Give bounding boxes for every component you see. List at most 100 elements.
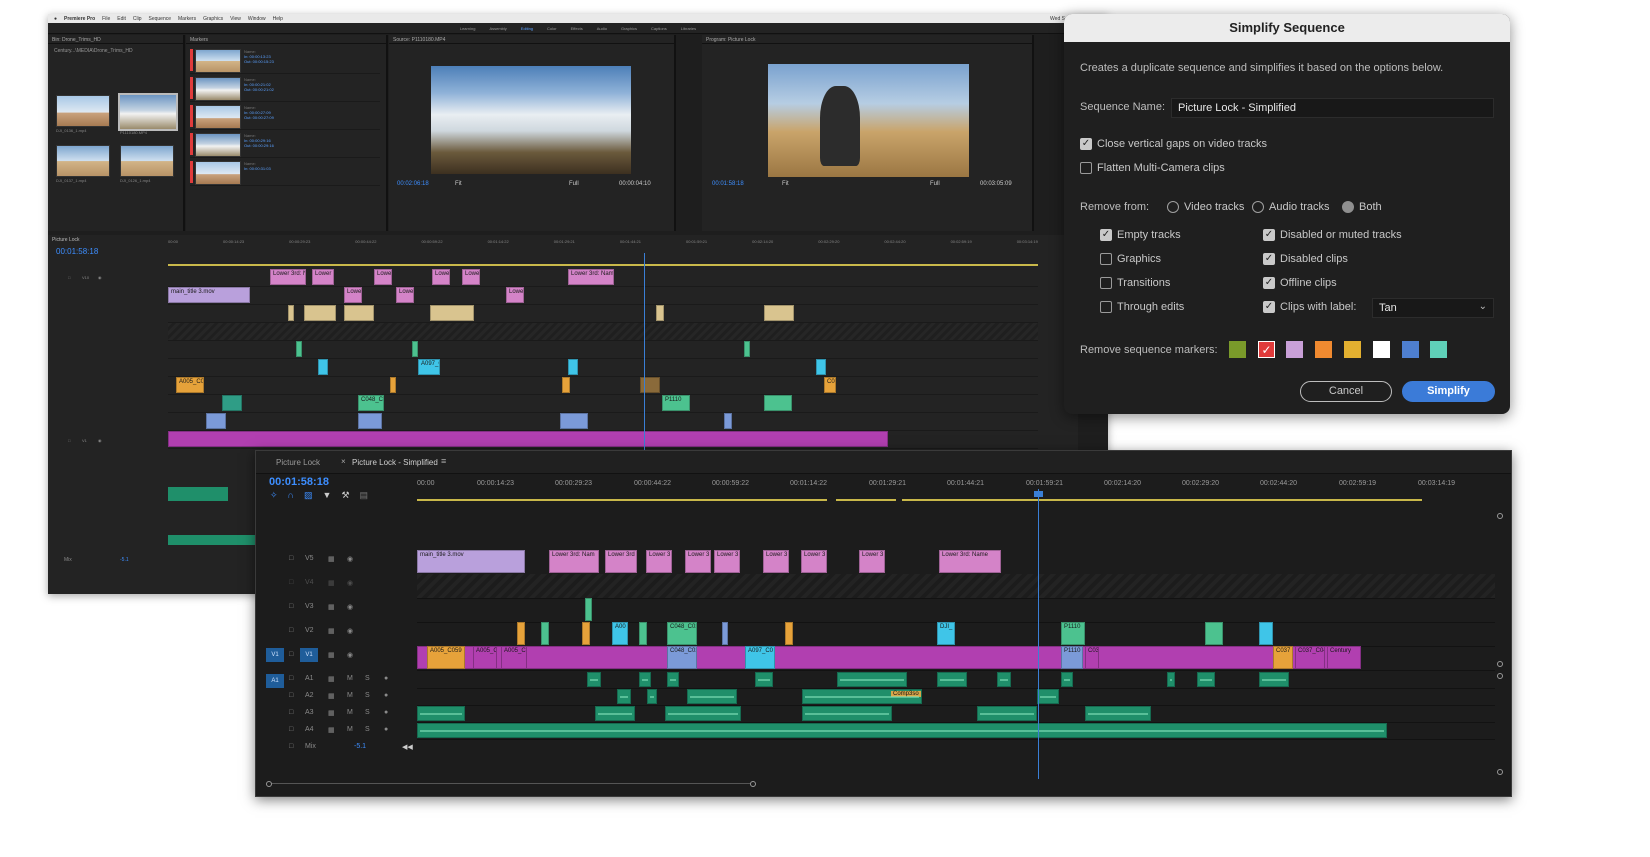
work-area-bar[interactable]	[168, 264, 1038, 266]
clip-tan[interactable]	[764, 305, 794, 321]
marker-swatch-green[interactable]	[1229, 341, 1246, 358]
workspace-learning[interactable]: Learning	[460, 26, 476, 31]
tab-picture-lock-simplified[interactable]: Picture Lock - Simplified	[352, 458, 438, 467]
clip-lower3rd[interactable]: Lower 3rd: Name	[568, 269, 614, 285]
track-v3[interactable]	[417, 598, 1495, 623]
clip-tan[interactable]	[304, 305, 336, 321]
workspace-color[interactable]: Color	[547, 26, 557, 31]
close-gaps-checkbox[interactable]: ✓ Close vertical gaps on video tracks	[1080, 138, 1267, 150]
clip-lower3rd[interactable]: Lower 3rd	[312, 269, 334, 285]
clip-cyan[interactable]: A097_C0	[418, 359, 440, 375]
mute-icon[interactable]: M	[347, 726, 353, 733]
marker-swatch-blue[interactable]	[1402, 341, 1419, 358]
clip-green[interactable]: P1110	[1061, 622, 1085, 645]
audio-clip[interactable]	[665, 706, 741, 721]
mute-icon[interactable]: M	[347, 692, 353, 699]
program-timecode[interactable]: 00:01:58:18	[712, 181, 744, 187]
menu-file[interactable]: File	[102, 16, 110, 22]
horizontal-scrollbar[interactable]	[266, 781, 756, 787]
audio-clip[interactable]	[647, 689, 657, 704]
film-icon[interactable]: ▦	[328, 675, 335, 683]
audio-clip[interactable]	[1085, 706, 1151, 721]
radio-both[interactable]: Both	[1342, 201, 1382, 213]
eye-icon[interactable]: ◉	[347, 555, 353, 563]
vertical-scroll-handle[interactable]	[1497, 673, 1503, 679]
audio-clip[interactable]	[168, 487, 228, 501]
marker-row[interactable]: Name: In: 00:00:31:03	[190, 159, 380, 186]
track-a1[interactable]	[417, 671, 1495, 689]
source-video[interactable]	[431, 66, 631, 174]
track-v1[interactable]: A005_C059 A005_C A005_C C048_C02 A097_C0…	[417, 646, 1495, 671]
clip-lower3rd[interactable]: Lower 3	[506, 287, 524, 303]
menu-graphics[interactable]: Graphics	[203, 16, 223, 22]
track-v2[interactable]	[168, 413, 1038, 431]
audio-clip[interactable]	[667, 672, 679, 687]
clip-c037-c04[interactable]: C037_C04	[1295, 646, 1325, 669]
audio-clip[interactable]	[639, 672, 651, 687]
marker-swatch-orange[interactable]	[1315, 341, 1332, 358]
clip-teal[interactable]	[222, 395, 242, 411]
mic-icon[interactable]: ●	[384, 675, 388, 682]
clip-century[interactable]: Century	[1327, 646, 1361, 669]
solo-icon[interactable]: S	[365, 675, 370, 682]
workspace-editing[interactable]: Editing	[521, 26, 533, 31]
go-to-end-icon[interactable]: ◀◀	[402, 743, 413, 751]
clip-lower3rd[interactable]: Lower 3	[763, 550, 789, 573]
lock-icon[interactable]: □	[289, 726, 293, 733]
mix-value[interactable]: -5.1	[354, 743, 366, 750]
close-icon[interactable]: ×	[341, 457, 346, 466]
add-marker-icon[interactable]: ▼	[323, 490, 342, 500]
marker-swatch-white[interactable]	[1373, 341, 1390, 358]
clip-a097[interactable]: A097_C0	[745, 646, 775, 669]
timeline-ruler[interactable]: 00:00 00:00:14:23 00:00:29:23 00:00:44:22 00…	[168, 239, 1038, 244]
mic-icon[interactable]: ●	[384, 692, 388, 699]
menu-window[interactable]: Window	[248, 16, 266, 22]
work-area-bar[interactable]	[902, 499, 1422, 501]
playhead-handle[interactable]	[1034, 491, 1043, 497]
workspace-libraries[interactable]: Libraries	[681, 26, 696, 31]
audio-clip[interactable]	[755, 672, 773, 687]
checkbox-checked-icon[interactable]: ✓	[1263, 277, 1275, 289]
track-v5[interactable]: A097_C0	[168, 359, 1038, 377]
playhead[interactable]	[644, 253, 645, 473]
work-area-bar[interactable]	[836, 499, 896, 501]
graphics-checkbox[interactable]: Graphics	[1100, 253, 1161, 265]
bin-title[interactable]: Bin: Drone_Trims_HD	[48, 35, 183, 44]
clip-green[interactable]	[296, 341, 302, 357]
marker-swatch-cyan[interactable]	[1430, 341, 1447, 358]
checkbox-checked-icon[interactable]: ✓	[1100, 229, 1112, 241]
solo-icon[interactable]: S	[365, 709, 370, 716]
mix-value[interactable]: -5.1	[120, 557, 129, 563]
checkbox-checked-icon[interactable]: ✓	[1263, 229, 1275, 241]
clip-orange[interactable]	[517, 622, 525, 645]
clip-orange[interactable]	[582, 622, 590, 645]
track-a4[interactable]	[417, 722, 1495, 740]
lock-icon[interactable]: □	[289, 603, 293, 610]
marker-row[interactable]: Name: In: 00:00:13:23 Out: 00:00:15:23	[190, 47, 380, 74]
clip-blue[interactable]	[724, 413, 732, 429]
clip-cyan[interactable]	[318, 359, 328, 375]
wrench-icon[interactable]: ⚒	[341, 490, 359, 500]
clip-lower3rd[interactable]: Lower 3	[432, 269, 450, 285]
clip-lower3rd[interactable]: Lower 3rd	[605, 550, 637, 573]
clip-a005[interactable]: A005_C	[473, 646, 497, 669]
clip-lower3rd[interactable]: Lower 3	[685, 550, 711, 573]
bin-thumb[interactable]	[56, 145, 110, 177]
clip-c03[interactable]: C03	[1085, 646, 1099, 669]
eye-icon[interactable]: ◉	[98, 438, 102, 443]
workspace-audio[interactable]: Audio	[597, 26, 607, 31]
clip-lower3rd[interactable]: Lower 3	[646, 550, 672, 573]
clip-green[interactable]	[412, 341, 418, 357]
snap-icon[interactable]: ✧	[270, 490, 288, 500]
checkbox-unchecked-icon[interactable]	[1100, 253, 1112, 265]
clip-main-title[interactable]: main_title 3.mov	[417, 550, 525, 573]
disabled-muted-tracks-checkbox[interactable]: ✓ Disabled or muted tracks	[1263, 229, 1402, 241]
radio-video-tracks[interactable]: Video tracks	[1167, 201, 1244, 213]
track-v4-empty[interactable]	[417, 574, 1495, 599]
timeline-timecode[interactable]: 00:01:58:18	[56, 247, 98, 256]
linked-selection-icon[interactable]: ▨	[304, 490, 323, 500]
audio-clip[interactable]	[837, 672, 907, 687]
menu-help[interactable]: Help	[273, 16, 283, 22]
source-quality[interactable]: Full	[569, 181, 579, 187]
lock-icon[interactable]: □	[289, 692, 293, 699]
